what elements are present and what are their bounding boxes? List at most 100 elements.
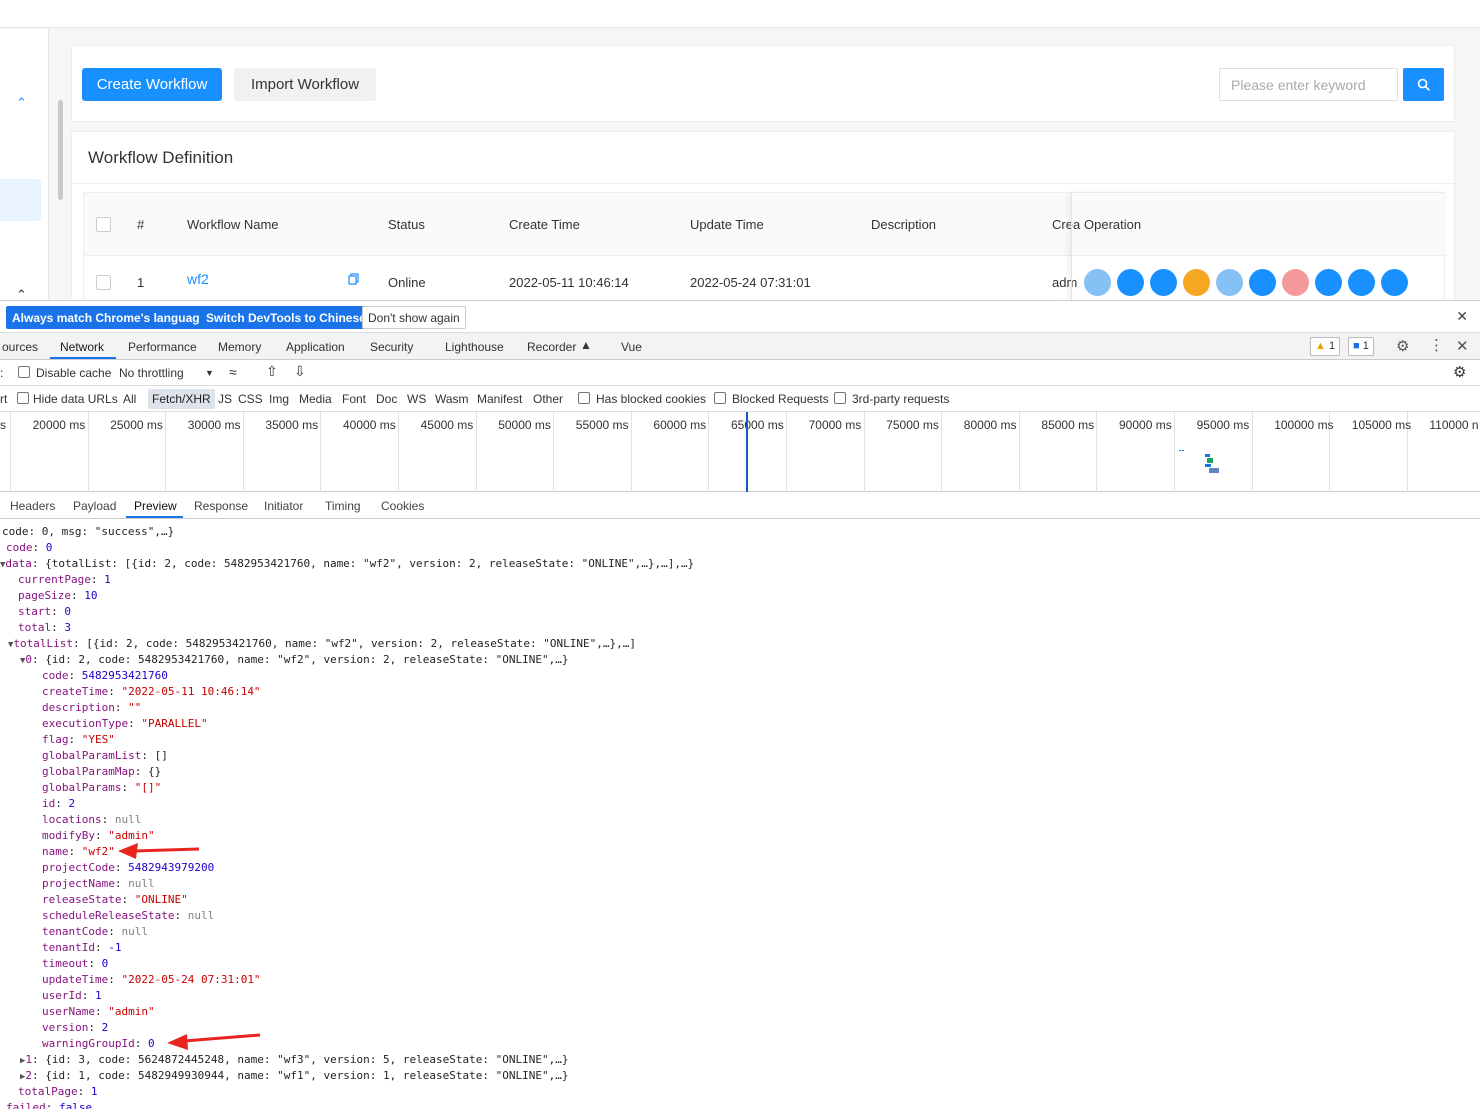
- edit-button[interactable]: [1084, 269, 1111, 296]
- hide-data-urls-checkbox[interactable]: [17, 392, 29, 404]
- close-icon[interactable]: ✕: [1456, 337, 1469, 355]
- json-line[interactable]: ▶2: {id: 1, code: 5482949930944, name: "…: [20, 1068, 568, 1084]
- filter-all[interactable]: All: [123, 392, 136, 406]
- select-all-checkbox[interactable]: [96, 217, 111, 232]
- throttling-select[interactable]: No throttling: [119, 366, 184, 380]
- version-info-button[interactable]: [1381, 269, 1408, 296]
- tab-cookies[interactable]: Cookies: [381, 499, 424, 513]
- filter-ws[interactable]: WS: [407, 392, 426, 406]
- tab-security[interactable]: Security: [370, 340, 413, 354]
- gear-icon[interactable]: ⚙: [1396, 337, 1409, 355]
- export-button[interactable]: [1348, 269, 1375, 296]
- sidebar-item-active[interactable]: [0, 179, 41, 221]
- close-icon[interactable]: ✕: [1456, 308, 1468, 325]
- col-operation: Operation: [1084, 217, 1142, 232]
- filter-img[interactable]: Img: [269, 392, 289, 406]
- filter-manifest[interactable]: Manifest: [477, 392, 522, 406]
- blocked-requests-checkbox[interactable]: [714, 392, 726, 404]
- json-root[interactable]: code: 0, msg: "success",…}: [2, 524, 174, 540]
- wifi-icon[interactable]: ≈: [229, 364, 237, 380]
- row-update-time: 2022-05-24 07:31:01: [690, 275, 811, 290]
- filter-js[interactable]: JS: [218, 392, 232, 406]
- copy-icon[interactable]: [348, 273, 359, 285]
- run-button[interactable]: [1117, 269, 1144, 296]
- json-line[interactable]: ▶1: {id: 3, code: 5624872445248, name: "…: [20, 1052, 568, 1068]
- tab-initiator[interactable]: Initiator: [264, 499, 303, 513]
- json-field-locations: locations: null: [42, 813, 142, 826]
- divider: [72, 183, 1456, 184]
- import-har-icon[interactable]: ⇧: [266, 363, 278, 380]
- warnings-badge[interactable]: ▲ 1: [1310, 337, 1341, 356]
- filter-input-tail[interactable]: rt: [0, 392, 7, 406]
- filter-media[interactable]: Media: [299, 392, 332, 406]
- devtools-panel: Always match Chrome's language Switch De…: [0, 300, 1480, 1109]
- tab-payload[interactable]: Payload: [73, 499, 116, 513]
- copy-workflow-button[interactable]: [1216, 269, 1243, 296]
- hide-data-urls-label: Hide data URLs: [33, 392, 118, 406]
- overview-tick-label: 55000 ms: [575, 418, 629, 432]
- filter-fetch-xhr[interactable]: Fetch/XHR: [148, 389, 215, 409]
- sidebar-scrollbar[interactable]: [58, 100, 63, 200]
- tab-performance[interactable]: Performance: [128, 340, 197, 354]
- overview-tick-label: 80000 ms: [963, 418, 1017, 432]
- messages-badge[interactable]: ■ 1: [1348, 337, 1374, 356]
- json-field-updateTime: updateTime: "2022-05-24 07:31:01": [42, 973, 261, 986]
- export-har-icon[interactable]: ⇩: [294, 363, 306, 380]
- overview-tick-label: 40000 ms: [343, 418, 396, 432]
- dropdown-arrow-icon[interactable]: ▼: [205, 368, 214, 378]
- offline-button[interactable]: [1183, 269, 1210, 296]
- tab-timing[interactable]: Timing: [325, 499, 361, 513]
- overview-gridline: [10, 412, 11, 492]
- tab-network[interactable]: Network: [60, 340, 104, 354]
- tab-sources[interactable]: ources: [2, 340, 38, 354]
- tab-response[interactable]: Response: [194, 499, 248, 513]
- tab-headers[interactable]: Headers: [10, 499, 55, 513]
- tree-view-button[interactable]: [1315, 269, 1342, 296]
- tab-vue[interactable]: Vue: [621, 340, 642, 354]
- network-overview[interactable]: s 20000 ms 25000 ms 30000 ms 35000 ms 40000 m…: [0, 412, 1480, 492]
- disable-cache-checkbox[interactable]: [18, 366, 30, 378]
- json-line[interactable]: ▼0: {id: 2, code: 5482953421760, name: "…: [20, 652, 568, 668]
- create-workflow-button[interactable]: Create Workflow: [82, 68, 222, 101]
- col-workflow-name: Workflow Name: [187, 217, 279, 232]
- overview-tick-label: s: [0, 418, 6, 432]
- filter-other[interactable]: Other: [533, 392, 563, 406]
- chevron-up-icon[interactable]: ⌃: [16, 287, 27, 300]
- json-line: currentPage: 1: [18, 573, 111, 586]
- tab-recorder[interactable]: Recorder: [527, 340, 576, 354]
- chevron-up-icon[interactable]: ⌃: [16, 95, 27, 111]
- switch-chinese-button[interactable]: Switch DevTools to Chinese: [200, 306, 372, 329]
- dont-show-again-button[interactable]: Don't show again: [362, 306, 466, 329]
- json-line[interactable]: ▼totalList: [{id: 2, code: 5482953421760…: [8, 636, 636, 652]
- row-index: 1: [137, 275, 145, 290]
- match-language-button[interactable]: Always match Chrome's language: [6, 306, 213, 329]
- gear-icon[interactable]: ⚙: [1453, 363, 1466, 381]
- request-waterfall-marks: [1179, 450, 1219, 473]
- third-party-requests-checkbox[interactable]: [834, 392, 846, 404]
- delete-button[interactable]: [1282, 269, 1309, 296]
- workflow-name-link[interactable]: wf2: [187, 271, 209, 287]
- cron-manage-button[interactable]: [1249, 269, 1276, 296]
- filter-css[interactable]: CSS: [238, 392, 263, 406]
- tab-lighthouse[interactable]: Lighthouse: [445, 340, 504, 354]
- overview-tick-label: 65000 ms: [731, 418, 784, 432]
- overview-gridline: [87, 412, 89, 492]
- tab-memory[interactable]: Memory: [218, 340, 261, 354]
- json-line: total: 3: [18, 621, 71, 634]
- tab-preview[interactable]: Preview: [134, 499, 177, 513]
- import-workflow-button[interactable]: Import Workflow: [234, 68, 376, 101]
- tab-application[interactable]: Application: [286, 340, 345, 354]
- filter-wasm[interactable]: Wasm: [435, 392, 469, 406]
- more-icon[interactable]: ⋮: [1429, 336, 1444, 354]
- filter-font[interactable]: Font: [342, 392, 366, 406]
- timing-button[interactable]: [1150, 269, 1177, 296]
- search-button[interactable]: [1403, 68, 1444, 101]
- json-field-globalParamMap: globalParamMap: {}: [42, 765, 162, 778]
- filter-doc[interactable]: Doc: [376, 392, 397, 406]
- row-checkbox[interactable]: [96, 275, 111, 290]
- json-field-timeout: timeout: 0: [42, 957, 109, 970]
- overview-gridline: [320, 412, 322, 492]
- keyword-search-input[interactable]: [1219, 68, 1398, 101]
- has-blocked-cookies-checkbox[interactable]: [578, 392, 590, 404]
- json-line[interactable]: ▼data: {totalList: [{id: 2, code: 548295…: [0, 556, 694, 572]
